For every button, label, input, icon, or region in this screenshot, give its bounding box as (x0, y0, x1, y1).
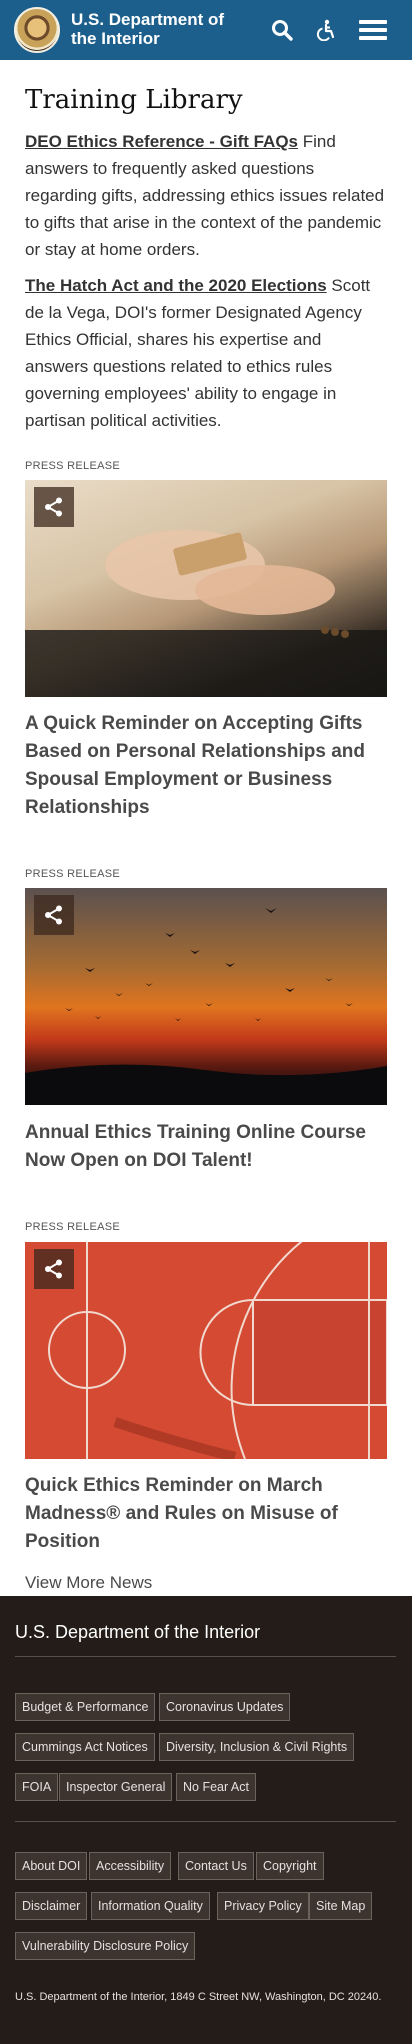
footer-link-site-map[interactable]: Site Map (309, 1892, 373, 1920)
footer-link-vulnerability[interactable]: Vulnerability Disclosure Policy (15, 1932, 196, 1960)
resource-description: Scott de la Vega, DOI's former Designate… (25, 276, 371, 430)
resource-gift-faqs: DEO Ethics Reference - Gift FAQs Find an… (25, 128, 387, 263)
footer-link-cummings[interactable]: Cummings Act Notices (15, 1733, 155, 1761)
sunset-birds-photo (25, 908, 387, 1105)
share-button[interactable] (34, 895, 74, 935)
resource-hatch-act: The Hatch Act and the 2020 Elections Sco… (25, 272, 387, 434)
card-title-link[interactable]: A Quick Reminder on Accepting Gifts Base… (25, 713, 365, 818)
seal-logo[interactable] (14, 7, 60, 53)
footer-link-accessibility[interactable]: Accessibility (89, 1852, 172, 1880)
share-button[interactable] (34, 487, 74, 527)
card-kicker: PRESS RELEASE (25, 868, 120, 880)
footer-title: U.S. Department of the Interior (15, 1622, 261, 1642)
card-image-gift[interactable] (25, 480, 387, 697)
share-icon (45, 497, 62, 517)
site-header: U.S. Department of the Interior (0, 0, 412, 60)
view-more-news-link[interactable]: View More News (25, 1573, 152, 1593)
footer-link-privacy[interactable]: Privacy Policy (217, 1892, 309, 1920)
footer-link-information-quality[interactable]: Information Quality (91, 1892, 210, 1920)
site-title[interactable]: U.S. Department of the Interior (71, 10, 251, 48)
card-image-sunset[interactable] (25, 888, 387, 1105)
footer-link-diversity[interactable]: Diversity, Inclusion & Civil Rights (159, 1733, 355, 1761)
footer-link-disclaimer[interactable]: Disclaimer (15, 1892, 88, 1920)
resource-link[interactable]: The Hatch Act and the 2020 Elections (25, 276, 327, 295)
card-title: A Quick Reminder on Accepting Gifts Base… (25, 710, 387, 822)
footer-link-inspector-general[interactable]: Inspector General (59, 1773, 173, 1801)
share-icon (45, 905, 62, 925)
menu-icon (359, 16, 387, 44)
search-button[interactable] (266, 14, 298, 46)
accessibility-icon (316, 19, 335, 41)
page-title: Training Library (25, 85, 243, 115)
footer-link-no-fear-act[interactable]: No Fear Act (176, 1773, 256, 1801)
resource-description: Find answers to frequently asked questio… (25, 132, 385, 259)
share-button[interactable] (34, 1249, 74, 1289)
menu-button[interactable] (357, 14, 389, 46)
card-kicker: PRESS RELEASE (25, 460, 120, 472)
card-title: Quick Ethics Reminder on March Madness® … (25, 1472, 387, 1556)
accessibility-button[interactable] (310, 14, 342, 46)
footer-divider (15, 1656, 396, 1657)
footer-link-contact[interactable]: Contact Us (178, 1852, 254, 1880)
footer-address: U.S. Department of the Interior, 1849 C … (15, 1991, 382, 2003)
card-image-court[interactable] (25, 1242, 387, 1459)
footer-link-copyright[interactable]: Copyright (256, 1852, 324, 1880)
card-title-link[interactable]: Annual Ethics Training Online Course Now… (25, 1122, 366, 1171)
footer-divider (15, 1821, 396, 1822)
footer-link-foia[interactable]: FOIA (15, 1773, 59, 1801)
card-title: Annual Ethics Training Online Course Now… (25, 1119, 387, 1175)
basketball-court-photo (48, 1242, 387, 1459)
site-footer: U.S. Department of the Interior Budget &… (0, 1596, 412, 2044)
footer-link-about[interactable]: About DOI (15, 1852, 88, 1880)
footer-link-budget[interactable]: Budget & Performance (15, 1693, 156, 1721)
share-icon (45, 1259, 62, 1279)
gift-photo (25, 530, 387, 697)
card-title-link[interactable]: Quick Ethics Reminder on March Madness® … (25, 1475, 338, 1552)
footer-link-coronavirus[interactable]: Coronavirus Updates (159, 1693, 291, 1721)
resource-link[interactable]: DEO Ethics Reference - Gift FAQs (25, 132, 298, 151)
search-icon (272, 20, 293, 41)
card-kicker: PRESS RELEASE (25, 1221, 120, 1233)
